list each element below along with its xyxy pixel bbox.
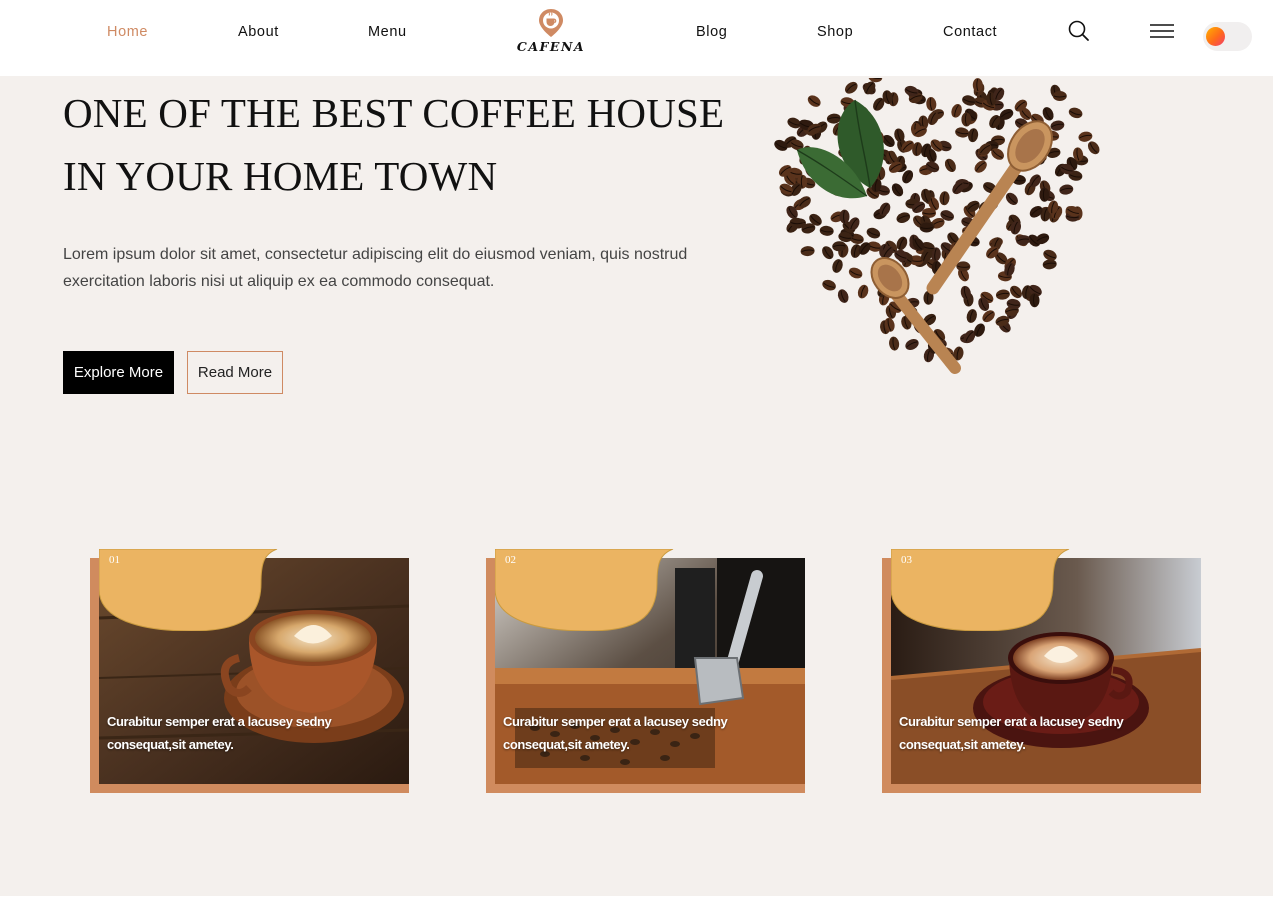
theme-toggle[interactable] — [1203, 22, 1252, 51]
feature-card[interactable]: 01 Curabitur semper erat a lacusey sedny… — [90, 549, 410, 794]
read-more-button[interactable]: Read More — [187, 351, 283, 394]
nav-about[interactable]: About — [238, 24, 279, 40]
card-tab-shape — [495, 549, 674, 631]
hero-description: Lorem ipsum dolor sit amet, consectetur … — [63, 246, 688, 290]
menu-button[interactable] — [1149, 22, 1175, 42]
search-icon — [1068, 20, 1089, 41]
toggle-knob — [1206, 27, 1225, 46]
card-tab-shape — [891, 549, 1070, 631]
card-caption: Curabitur semper erat a lacusey sedny co… — [899, 714, 1124, 752]
hamburger-menu-icon — [1150, 24, 1174, 38]
site-logo[interactable]: CAFENA — [516, 8, 586, 58]
search-button[interactable] — [1067, 19, 1091, 43]
feature-card[interactable]: 02 Curabitur semper erat a lacusey sedny… — [486, 549, 806, 794]
explore-more-button[interactable]: Explore More — [63, 351, 174, 394]
card-tab-shape — [99, 549, 278, 631]
coffee-pin-icon — [539, 9, 563, 37]
card-caption: Curabitur semper erat a lacusey sedny co… — [107, 714, 332, 752]
card-number: 01 — [109, 554, 120, 566]
nav-blog[interactable]: Blog — [696, 24, 727, 40]
nav-menu[interactable]: Menu — [368, 24, 407, 40]
hero-title: ONE OF THE BEST COFFEE HOUSE IN YOUR HOM… — [63, 82, 763, 208]
coffee-bean-heart-image — [755, 72, 1120, 458]
site-header: Home About Menu CAFENA Blog Shop Contact — [0, 0, 1275, 76]
feature-card[interactable]: 03 Curabitur semper erat a lacusey sedny… — [882, 549, 1202, 794]
hero-title-line-1: ONE OF THE BEST COFFEE HOUSE — [63, 90, 725, 136]
nav-contact[interactable]: Contact — [943, 24, 997, 40]
logo-text: CAFENA — [516, 39, 586, 54]
nav-shop[interactable]: Shop — [817, 24, 853, 40]
card-caption: Curabitur semper erat a lacusey sedny co… — [503, 714, 728, 752]
nav-home[interactable]: Home — [107, 24, 148, 40]
hero-title-line-2: IN YOUR HOME TOWN — [63, 153, 498, 199]
card-number: 02 — [505, 554, 516, 566]
card-number: 03 — [901, 554, 912, 566]
